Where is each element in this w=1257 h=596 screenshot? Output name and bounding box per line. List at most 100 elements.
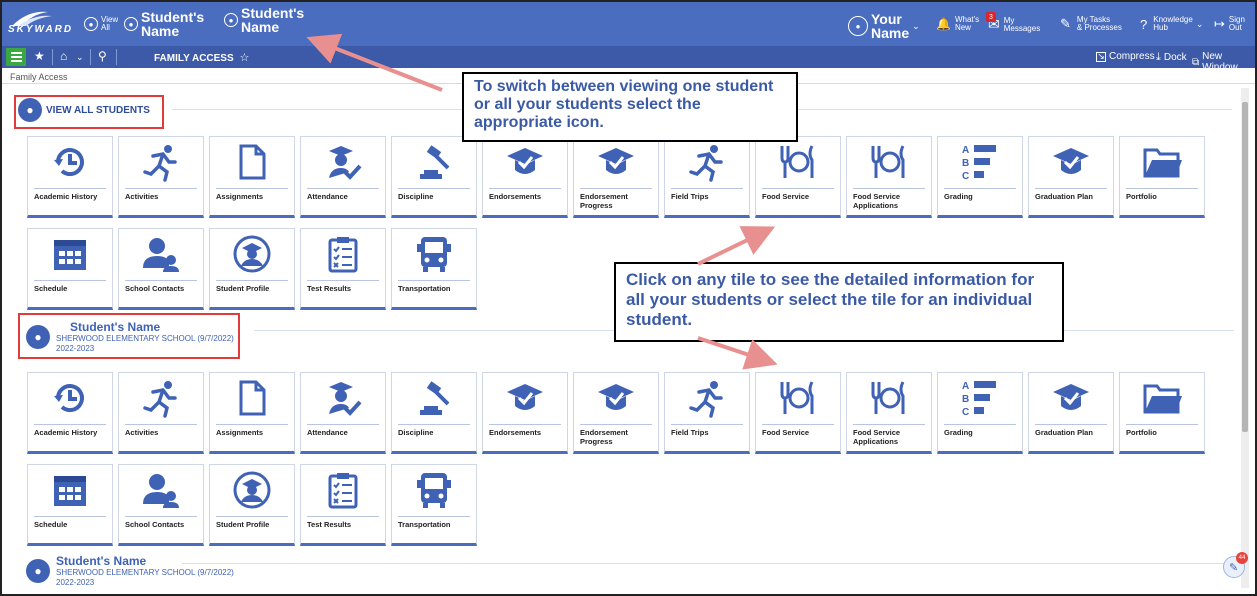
tile-label: Student Profile <box>216 520 270 529</box>
tasks-icon: ✎ <box>1060 16 1071 31</box>
portfolio-icon <box>1120 373 1204 423</box>
favorite-star-icon[interactable]: ☆ <box>239 52 249 64</box>
student-tile-academic-history[interactable]: Academic History <box>27 372 113 454</box>
chevron-down-icon: ⌄ <box>912 20 920 31</box>
tile-label: Discipline <box>398 428 434 437</box>
compress-label: Compress <box>1109 51 1155 62</box>
student2-name-line2: Name <box>241 19 280 35</box>
tile-label: Test Results <box>307 520 352 529</box>
sign-out-icon: ↦ <box>1214 16 1225 31</box>
tile-label: Food Service Applications <box>853 192 901 210</box>
all-tile-activities[interactable]: Activities <box>118 136 204 218</box>
student-tile-discipline[interactable]: Discipline <box>391 372 477 454</box>
all-tile-transportation[interactable]: Transportation <box>391 228 477 310</box>
endorsements-icon <box>483 373 567 423</box>
all-tile-academic-history[interactable]: Academic History <box>27 136 113 218</box>
student-tile-schedule[interactable]: Schedule <box>27 464 113 546</box>
svg-text:B: B <box>962 158 969 169</box>
student-tile-attendance[interactable]: Attendance <box>300 372 386 454</box>
search-icon[interactable]: ⚲ <box>98 49 107 63</box>
all-tile-endorsement-progress[interactable]: Endorsement Progress <box>573 136 659 218</box>
student-b-year: 2022-2023 <box>56 578 95 587</box>
all-tile-attendance[interactable]: Attendance <box>300 136 386 218</box>
whats-new-button[interactable]: 🔔 What's New <box>936 16 979 32</box>
student-switch-button-2[interactable]: ● Student's Name <box>224 6 304 34</box>
knowledge-hub-button[interactable]: ? Knowledge Hub ⌄ <box>1140 16 1203 32</box>
student-tile-assignments[interactable]: Assignments <box>209 372 295 454</box>
group-icon: ● <box>84 17 98 31</box>
all-tile-portfolio[interactable]: Portfolio <box>1119 136 1205 218</box>
messages-label-2: Messages <box>1003 23 1041 33</box>
schedule-icon <box>28 465 112 515</box>
student-b-header[interactable]: ● Student's Name SHERWOOD ELEMENTARY SCH… <box>26 554 234 588</box>
tile-label: Food Service Applications <box>853 428 901 446</box>
sign-out-button[interactable]: ↦ Sign Out <box>1214 16 1245 32</box>
tile-label: Discipline <box>398 192 434 201</box>
student-tile-food-service[interactable]: Food Service <box>755 372 841 454</box>
student1-name-line1: Student's <box>141 9 205 25</box>
callout-click-tile: Click on any tile to see the detailed in… <box>614 262 1064 342</box>
all-tile-test-results[interactable]: Test Results <box>300 228 386 310</box>
all-tile-assignments[interactable]: Assignments <box>209 136 295 218</box>
knowledge-label-2: Hub <box>1153 23 1168 32</box>
student-b-name: Student's Name <box>56 554 147 568</box>
student-tile-endorsements[interactable]: Endorsements <box>482 372 568 454</box>
new-window-label: New Window <box>1202 51 1238 73</box>
star-icon[interactable]: ★ <box>34 49 45 63</box>
user-menu-button[interactable]: ● Your Name ⌄ <box>848 12 920 40</box>
all-tile-school-contacts[interactable]: School Contacts <box>118 228 204 310</box>
tile-label: Activities <box>125 428 159 437</box>
all-tile-food-service-applications[interactable]: Food Service Applications <box>846 136 932 218</box>
dock-button[interactable]: ⤓ Dock <box>1156 51 1187 64</box>
student-tile-student-profile[interactable]: Student Profile <box>209 464 295 546</box>
all-tile-student-profile[interactable]: Student Profile <box>209 228 295 310</box>
student-tile-graduation-plan[interactable]: Graduation Plan <box>1028 372 1114 454</box>
all-tile-discipline[interactable]: Discipline <box>391 136 477 218</box>
student-switch-button-1[interactable]: ● Student's Name <box>124 10 204 38</box>
test-results-icon <box>301 229 385 279</box>
all-tile-graduation-plan[interactable]: Graduation Plan <box>1028 136 1114 218</box>
chat-help-button[interactable]: ✎ 44 <box>1223 552 1248 578</box>
question-icon: ? <box>1140 16 1148 32</box>
school-contacts-icon <box>119 229 203 279</box>
hamburger-menu-button[interactable] <box>6 48 26 66</box>
logo-text: SKYWARD <box>8 24 74 35</box>
student-tile-activities[interactable]: Activities <box>118 372 204 454</box>
all-tile-field-trips[interactable]: Field Trips <box>664 136 750 218</box>
student-tile-food-service-applications[interactable]: Food Service Applications <box>846 372 932 454</box>
field-trips-icon <box>665 373 749 423</box>
new-window-button[interactable]: ⧉ New Window <box>1192 51 1255 73</box>
student-tile-portfolio[interactable]: Portfolio <box>1119 372 1205 454</box>
student-tile-field-trips[interactable]: Field Trips <box>664 372 750 454</box>
transportation-icon <box>392 465 476 515</box>
student-tile-endorsement-progress[interactable]: Endorsement Progress <box>573 372 659 454</box>
chat-icon: ✎ <box>1229 562 1239 574</box>
vertical-scrollbar[interactable] <box>1241 88 1249 588</box>
view-all-button[interactable]: ● View All <box>84 16 118 32</box>
all-tile-endorsements[interactable]: Endorsements <box>482 136 568 218</box>
student-tile-transportation[interactable]: Transportation <box>391 464 477 546</box>
home-icon[interactable]: ⌂ <box>60 49 67 63</box>
tile-label: Endorsements <box>489 192 542 201</box>
compress-button[interactable]: ↘ Compress <box>1096 51 1155 62</box>
academic-history-icon <box>28 137 112 187</box>
tile-label: Transportation <box>398 520 451 529</box>
student-tile-grading[interactable]: A B C Grading <box>937 372 1023 454</box>
tile-label: Activities <box>125 192 159 201</box>
my-messages-button[interactable]: ✉ 3 My Messages <box>986 12 1041 33</box>
academic-history-icon <box>28 373 112 423</box>
all-tile-food-service[interactable]: Food Service <box>755 136 841 218</box>
chevron-down-icon[interactable]: ⌄ <box>76 52 84 63</box>
my-tasks-button[interactable]: ✎ My Tasks & Processes <box>1060 16 1122 32</box>
user-name-line2: Name <box>871 25 910 41</box>
scroll-thumb[interactable] <box>1242 102 1248 432</box>
all-tile-grading[interactable]: A B C Grading <box>937 136 1023 218</box>
student-tile-school-contacts[interactable]: School Contacts <box>118 464 204 546</box>
schedule-icon <box>28 229 112 279</box>
view-all-label-2: All <box>101 23 110 32</box>
tile-label: Field Trips <box>671 192 709 201</box>
student-tile-test-results[interactable]: Test Results <box>300 464 386 546</box>
tile-label: Student Profile <box>216 284 270 293</box>
all-tile-schedule[interactable]: Schedule <box>27 228 113 310</box>
food-service-applications-icon <box>847 137 931 187</box>
